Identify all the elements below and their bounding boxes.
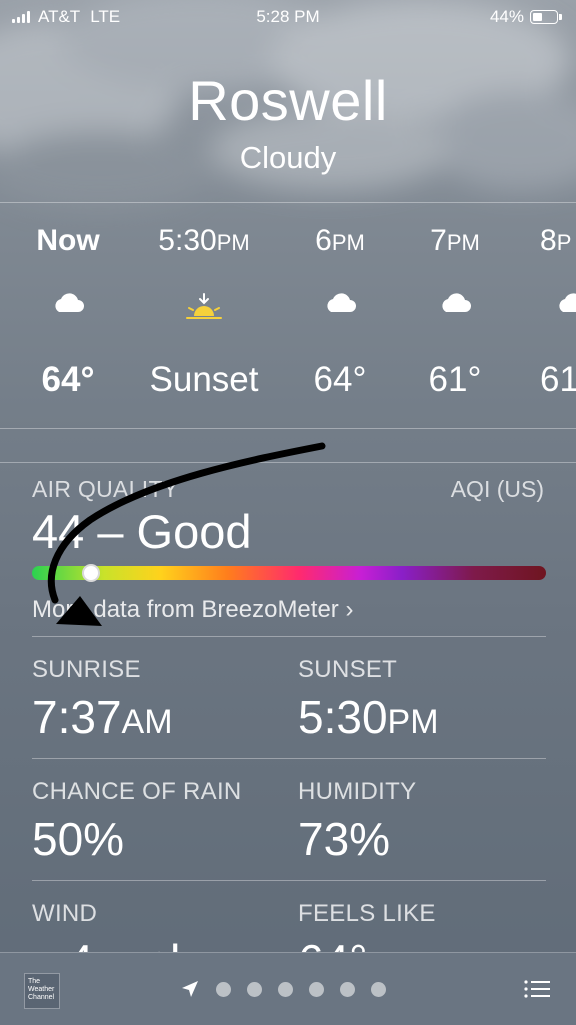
battery-percent: 44% <box>489 7 524 26</box>
humidity-label: HUMIDITY <box>298 778 417 805</box>
page-dot[interactable] <box>216 981 231 997</box>
divider <box>32 880 546 881</box>
hour-time: 8P <box>540 224 572 257</box>
status-right: 44% <box>489 7 562 27</box>
location-arrow-icon[interactable] <box>180 979 200 999</box>
status-bar: AT&T LTE 5:28 PM 44% <box>0 0 576 34</box>
hour-temp: 61° <box>428 360 482 399</box>
sunset-value: 5:30PM <box>298 691 439 743</box>
aqi-unit: AQI (US) <box>450 476 544 502</box>
hour-time: 5:30PM <box>158 224 250 257</box>
hour-temp: 64° <box>313 360 367 399</box>
list-icon[interactable] <box>524 979 550 999</box>
divider <box>32 758 546 759</box>
hourly-forecast[interactable]: Now 64° 5:30PM Sunset 6PM 64° 7PM 61° 8P… <box>0 204 576 428</box>
breezometer-link[interactable]: More data from BreezoMeter › <box>32 596 353 624</box>
page-dot[interactable] <box>247 981 262 997</box>
wind-value: s 4 mph <box>32 934 196 952</box>
hour-time: Now <box>36 224 100 257</box>
divider <box>0 462 576 463</box>
sunset-icon <box>144 292 264 322</box>
hour-temp: 61 <box>540 360 576 399</box>
divider <box>32 636 546 637</box>
hour-time: 7PM <box>430 224 480 257</box>
humidity-value: 73% <box>298 813 391 865</box>
chance-of-rain-value: 50% <box>32 813 125 865</box>
air-quality-marker <box>81 564 100 582</box>
air-quality-label: AIR QUALITY <box>32 476 179 502</box>
page-dot[interactable] <box>309 981 324 997</box>
page-dot[interactable] <box>371 981 386 997</box>
feels-like-value: 64° <box>298 934 368 952</box>
battery-icon <box>530 10 562 24</box>
page-dot[interactable] <box>340 981 355 997</box>
bottom-toolbar: The Weather Channel <box>0 952 576 1025</box>
sunset-label: SUNSET <box>298 656 398 683</box>
weather-channel-logo[interactable]: The Weather Channel <box>24 973 60 1009</box>
hour-time: 6PM <box>315 224 365 257</box>
sunrise-value: 7:37AM <box>32 691 173 743</box>
page-dot[interactable] <box>278 981 293 997</box>
chance-of-rain-label: CHANCE OF RAIN <box>32 778 242 805</box>
hour-temp: Sunset <box>149 360 259 399</box>
divider <box>0 428 576 429</box>
sunrise-label: SUNRISE <box>32 656 141 683</box>
divider <box>0 202 576 203</box>
cloud-icon <box>280 292 400 322</box>
cloud-icon <box>395 292 515 322</box>
cloud-icon <box>8 292 128 322</box>
air-quality-scale <box>32 566 546 580</box>
cloud-icon <box>510 292 576 322</box>
scroll-clip: s 4 mph 64° <box>0 900 576 952</box>
city-name: Roswell <box>188 69 388 132</box>
current-condition: Cloudy <box>239 140 337 175</box>
page-indicator[interactable] <box>180 979 386 999</box>
hour-temp: 64° <box>41 360 95 399</box>
air-quality-value: 44 – Good <box>32 505 252 558</box>
